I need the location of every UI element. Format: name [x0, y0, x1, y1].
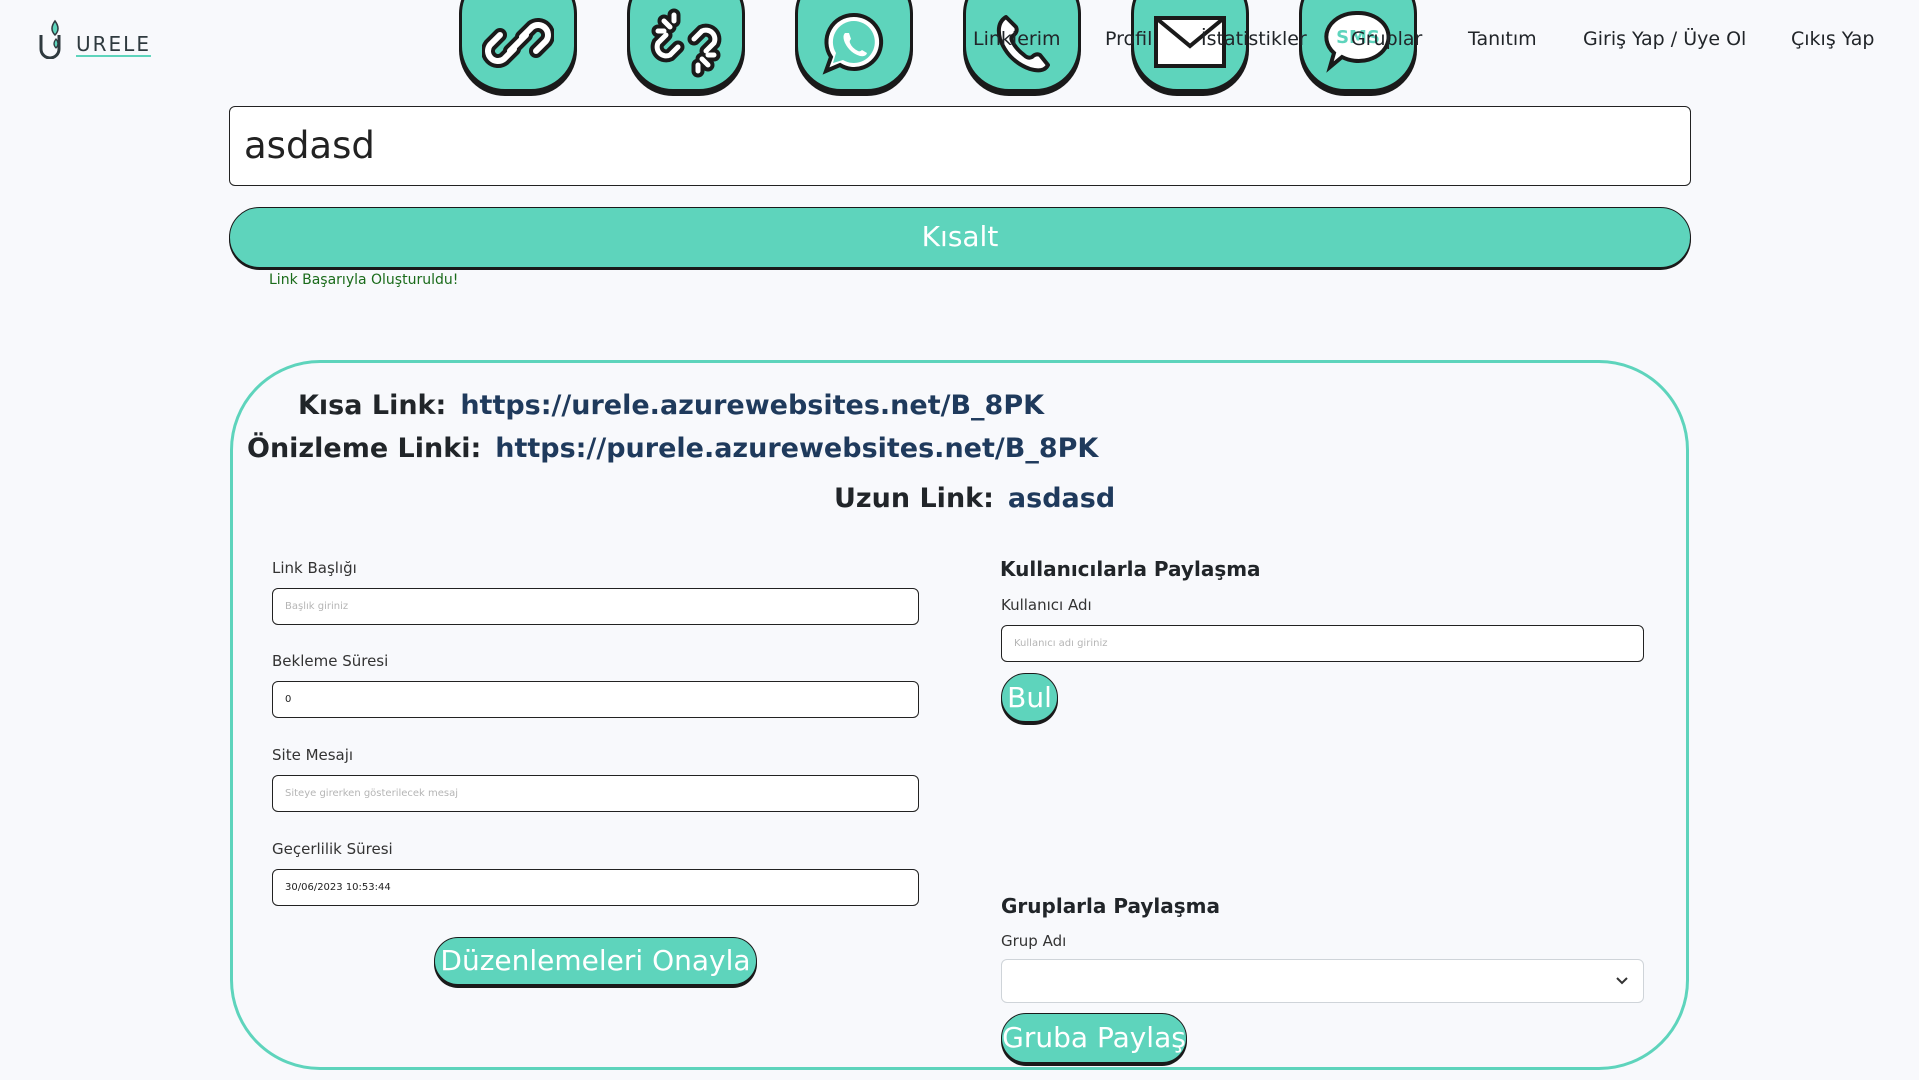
- broken-link-icon-button[interactable]: [627, 0, 745, 92]
- nav-stats[interactable]: İstatistikler: [1201, 28, 1307, 50]
- username-label: Kullanıcı Adı: [1001, 596, 1092, 614]
- brand-logo[interactable]: URELE: [38, 17, 158, 59]
- link-icon-button[interactable]: [459, 0, 577, 92]
- link-title-input[interactable]: Başlık giriniz: [272, 588, 919, 625]
- preview-link-label: Önizleme Linki:: [247, 433, 482, 464]
- nav-intro[interactable]: Tanıtım: [1468, 28, 1537, 50]
- site-message-input[interactable]: Siteye girerken gösterilecek mesaj: [272, 775, 919, 812]
- short-link[interactable]: https://urele.azurewebsites.net/B_8PK: [460, 390, 1044, 421]
- confirm-edits-button[interactable]: Düzenlemeleri Onayla: [434, 937, 757, 985]
- group-share-title: Gruplarla Paylaşma: [1001, 894, 1220, 918]
- link-icon: [482, 18, 554, 68]
- nav-groups[interactable]: Gruplar: [1351, 28, 1422, 50]
- long-link-label: Uzun Link:: [834, 483, 994, 514]
- share-to-group-button[interactable]: Gruba Paylaş: [1001, 1013, 1187, 1063]
- preview-link-row: Önizleme Linki: https://purele.azurewebsi…: [247, 433, 1098, 464]
- user-share-title: Kullanıcılarla Paylaşma: [1000, 557, 1261, 581]
- success-message: Link Başarıyla Oluşturuldu!: [269, 272, 459, 288]
- nav-logout[interactable]: Çıkış Yap: [1791, 28, 1874, 50]
- chevron-down-icon: [1616, 977, 1628, 985]
- nav-login[interactable]: Giriş Yap / Üye Ol: [1583, 28, 1746, 50]
- whatsapp-icon: [822, 12, 884, 75]
- preview-link[interactable]: https://purele.azurewebsites.net/B_8PK: [495, 433, 1098, 464]
- validity-input[interactable]: 30/06/2023 10:53:44: [272, 869, 919, 906]
- shorten-button[interactable]: Kısalt: [229, 207, 1691, 268]
- nav-links[interactable]: Linklerim: [973, 28, 1060, 50]
- long-link[interactable]: asdasd: [1008, 483, 1115, 514]
- broken-link-icon: [650, 8, 722, 78]
- link-title-label: Link Başlığı: [272, 559, 357, 577]
- site-message-label: Site Mesajı: [272, 746, 354, 764]
- whatsapp-icon-button[interactable]: [795, 0, 913, 92]
- short-link-row: Kısa Link: https://urele.azurewebsites.ne…: [298, 390, 1044, 421]
- brand-name: URELE: [76, 32, 151, 56]
- wait-time-input[interactable]: 0: [272, 681, 919, 718]
- group-select[interactable]: [1001, 959, 1644, 1003]
- group-name-label: Grup Adı: [1001, 932, 1067, 950]
- logo-mark-icon: [39, 19, 61, 59]
- nav-profile[interactable]: Profil: [1105, 28, 1152, 50]
- username-input[interactable]: Kullanıcı adı giriniz: [1001, 625, 1644, 662]
- wait-time-label: Bekleme Süresi: [272, 652, 389, 670]
- validity-label: Geçerlilik Süresi: [272, 840, 393, 858]
- short-link-label: Kısa Link:: [298, 390, 447, 421]
- find-user-button[interactable]: Bul: [1001, 673, 1058, 722]
- long-link-row: Uzun Link: asdasd: [834, 483, 1115, 514]
- long-url-input[interactable]: asdasd: [229, 106, 1691, 186]
